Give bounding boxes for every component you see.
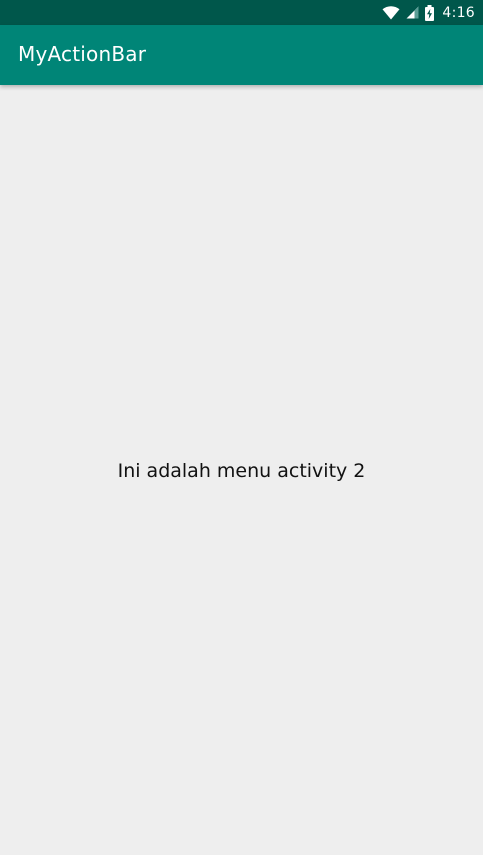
battery-charging-icon [425, 4, 435, 21]
wifi-icon [382, 5, 400, 20]
activity-message: Ini adalah menu activity 2 [117, 460, 366, 482]
status-icons: 4:16 [382, 0, 475, 25]
app-title: MyActionBar [18, 42, 147, 66]
cell-signal-icon [406, 6, 419, 19]
app-bar: MyActionBar [0, 25, 483, 85]
content-area: Ini adalah menu activity 2 [0, 87, 483, 855]
status-bar: 4:16 [0, 0, 483, 25]
status-time: 4:16 [442, 4, 475, 21]
